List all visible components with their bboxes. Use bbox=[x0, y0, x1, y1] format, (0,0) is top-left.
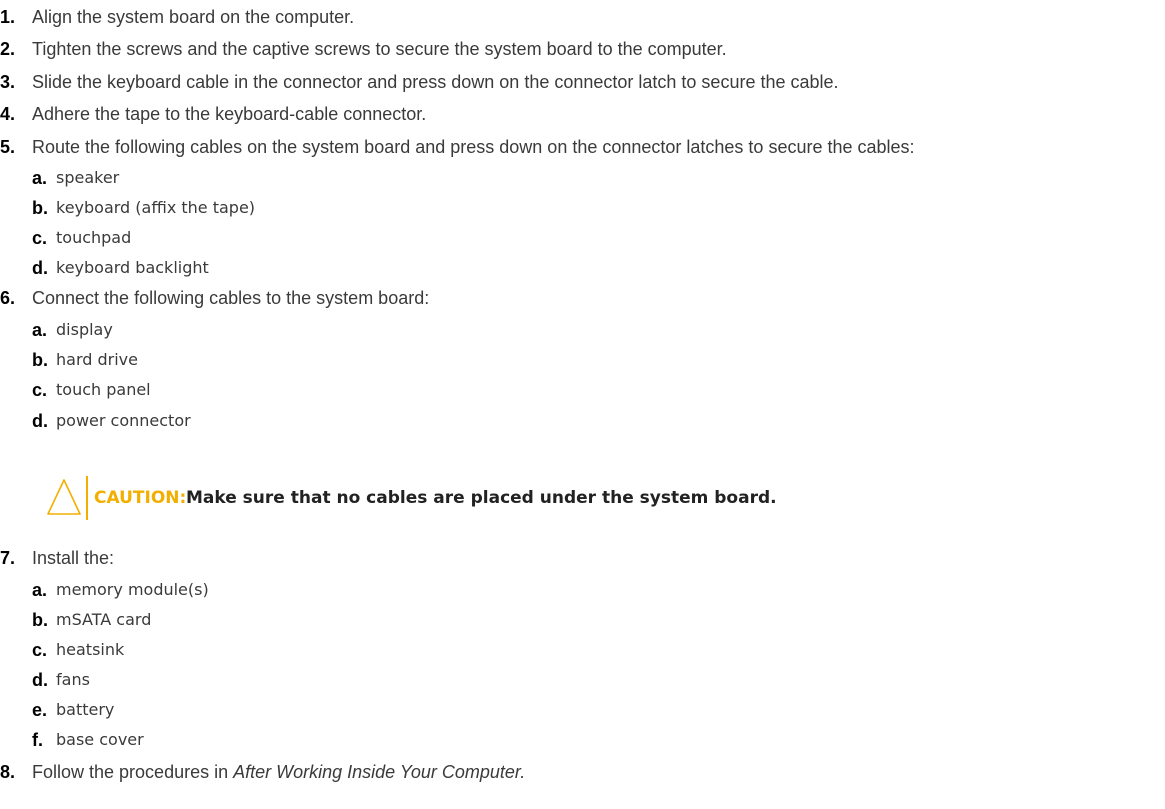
caution-divider bbox=[86, 476, 88, 520]
step-number: 3. bbox=[0, 72, 16, 92]
item-letter: b. bbox=[32, 610, 48, 630]
item-text: mSATA card bbox=[56, 610, 152, 629]
item-letter: b. bbox=[32, 198, 48, 218]
step-number: 7. bbox=[0, 548, 16, 568]
step-text-reference: After Working Inside Your Computer. bbox=[233, 762, 526, 782]
item-text: base cover bbox=[56, 730, 144, 749]
item-letter: c. bbox=[32, 640, 48, 660]
item-letter: a. bbox=[32, 580, 48, 600]
item-letter: c. bbox=[32, 380, 48, 400]
step-number: 2. bbox=[0, 39, 16, 59]
item-text: display bbox=[56, 320, 113, 339]
step-text: Install the: bbox=[32, 548, 115, 568]
item-letter: c. bbox=[32, 228, 48, 248]
step-text-prefix: Follow the procedures in bbox=[32, 762, 234, 782]
caution-label: CAUTION: bbox=[94, 488, 187, 508]
step-text: Adhere the tape to the keyboard-cable co… bbox=[32, 104, 427, 124]
item-text: memory module(s) bbox=[56, 580, 209, 599]
item-text: heatsink bbox=[56, 640, 125, 659]
item-text: touch panel bbox=[56, 380, 151, 399]
item-text: keyboard (affix the tape) bbox=[56, 198, 256, 217]
step-number: 6. bbox=[0, 288, 16, 308]
item-letter: e. bbox=[32, 700, 48, 720]
item-text: keyboard backlight bbox=[56, 258, 209, 277]
item-letter: a. bbox=[32, 168, 48, 188]
item-letter: b. bbox=[32, 350, 48, 370]
item-text: touchpad bbox=[56, 228, 132, 247]
caution-triangle-icon bbox=[47, 479, 81, 515]
item-letter: d. bbox=[32, 411, 48, 431]
item-text: battery bbox=[56, 700, 115, 719]
item-text: fans bbox=[56, 670, 90, 689]
item-letter: a. bbox=[32, 320, 48, 340]
item-letter: d. bbox=[32, 670, 48, 690]
step-number: 8. bbox=[0, 762, 16, 782]
step-number: 1. bbox=[0, 7, 16, 27]
item-text: power connector bbox=[56, 411, 191, 430]
step-text: Slide the keyboard cable in the connecto… bbox=[32, 72, 839, 92]
step-text: Route the following cables on the system… bbox=[32, 137, 915, 157]
item-letter: d. bbox=[32, 258, 48, 278]
step-text: Connect the following cables to the syst… bbox=[32, 288, 430, 308]
step-number: 5. bbox=[0, 137, 16, 157]
caution-message: Make sure that no cables are placed unde… bbox=[186, 488, 777, 508]
step-text: Tighten the screws and the captive screw… bbox=[32, 39, 727, 59]
item-letter: f. bbox=[32, 730, 43, 750]
item-text: hard drive bbox=[56, 350, 138, 369]
step-text: Align the system board on the computer. bbox=[32, 7, 355, 27]
item-text: speaker bbox=[56, 168, 120, 187]
step-number: 4. bbox=[0, 104, 16, 124]
step-text: Follow the procedures in After Working I… bbox=[32, 762, 525, 782]
caution-notice: CAUTION: Make sure that no cables are pl… bbox=[46, 476, 946, 522]
